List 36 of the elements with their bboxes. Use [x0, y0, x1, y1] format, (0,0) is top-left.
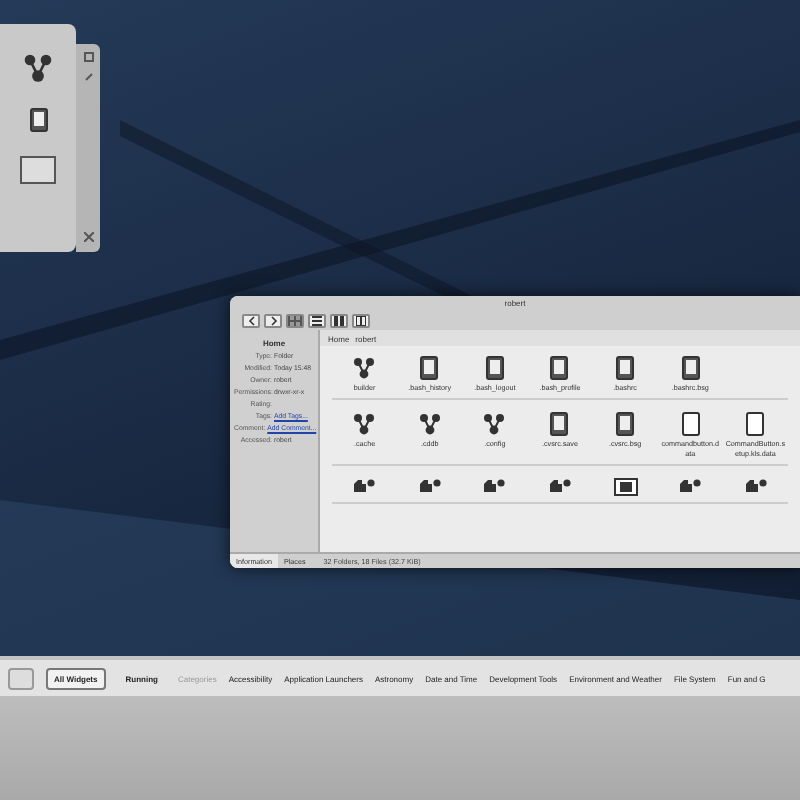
folder-network-icon [352, 477, 377, 494]
resize-icon[interactable] [83, 52, 93, 62]
close-icon[interactable] [83, 232, 93, 242]
folder-network-icon [743, 477, 768, 494]
folder-network-icon [417, 477, 442, 494]
network-folder-icon [352, 356, 377, 380]
network-folder-icon [417, 412, 442, 437]
text-file-icon [420, 356, 439, 380]
folder-network-icon [678, 477, 703, 494]
network-folder-icon [482, 412, 507, 437]
image-file-icon [613, 477, 638, 496]
text-file-icon [681, 356, 700, 380]
list-icon [312, 315, 322, 325]
view-mode-button[interactable] [308, 313, 326, 327]
text-file-icon [550, 412, 569, 437]
widget-handle-bar[interactable] [76, 44, 100, 252]
text-file-icon [485, 356, 504, 380]
folder-network-icon [547, 477, 572, 494]
network-folder-icon [22, 52, 54, 84]
forward-button[interactable] [264, 313, 282, 327]
view-mode-button[interactable] [286, 313, 304, 327]
blank-file-icon [681, 412, 700, 437]
view-mode-button[interactable] [352, 313, 370, 327]
back-button[interactable] [242, 313, 260, 327]
columns-icon [334, 315, 344, 325]
folder-network-icon [482, 477, 507, 494]
view-mode-button[interactable] [330, 313, 348, 327]
widget-thumbnail-icon [20, 156, 56, 184]
blank-file-icon [746, 412, 765, 437]
text-file-icon [550, 356, 569, 380]
text-file-icon [616, 412, 635, 437]
split-view-icon [356, 315, 366, 325]
text-file-icon [616, 356, 635, 380]
text-file-icon [29, 108, 47, 132]
grid-icon [290, 315, 300, 325]
network-folder-icon [352, 412, 377, 437]
